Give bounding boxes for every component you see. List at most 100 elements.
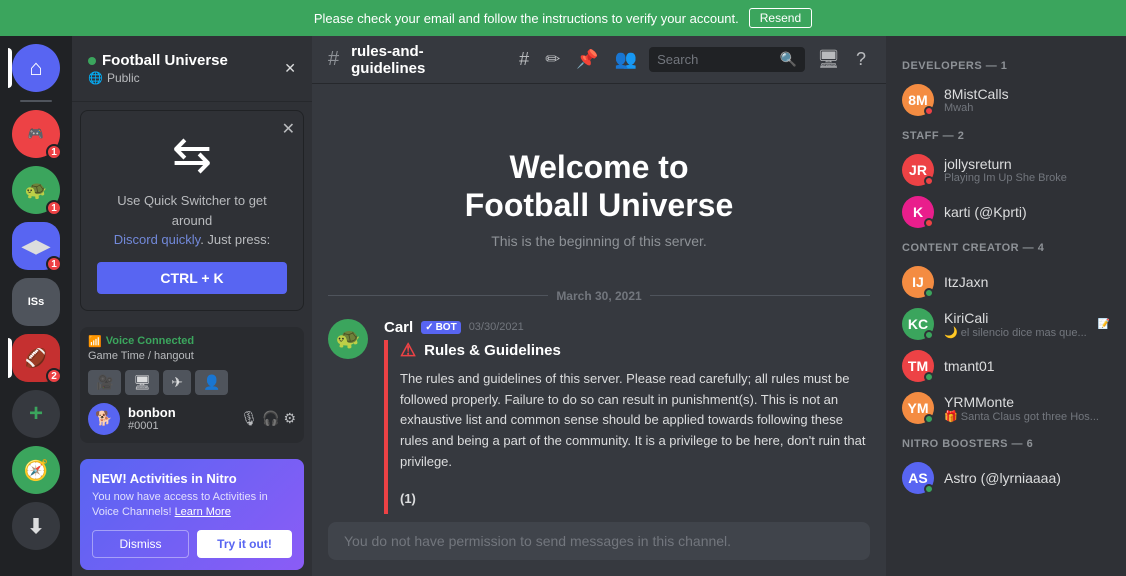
message-header-carl: Carl ✓ BOT 03/30/2021 (384, 319, 870, 336)
pin-button[interactable]: 📌 (572, 45, 602, 74)
nitro-popup-title: NEW! Activities in Nitro (92, 471, 292, 486)
settings-button[interactable]: ⚙ (283, 410, 296, 427)
server-header[interactable]: Football Universe 🌐 Public ✕ (72, 36, 312, 102)
notification-text: Please check your email and follow the i… (314, 11, 739, 26)
members-button[interactable]: 👥 (611, 45, 641, 74)
status-dot-8mistcalls (924, 106, 934, 116)
date-divider: March 30, 2021 (328, 289, 870, 303)
member-item-astro[interactable]: AS Astro (@lyrniaaaa) (894, 458, 1118, 498)
server-iss[interactable]: ISs (12, 278, 60, 326)
message-timestamp: 03/30/2021 (469, 321, 524, 333)
message-input-box: You do not have permission to send messa… (328, 522, 870, 560)
server-public-badge: 🌐 Public (88, 71, 228, 85)
resend-button[interactable]: Resend (749, 8, 812, 28)
message-input-area: You do not have permission to send messa… (312, 514, 886, 576)
member-info-tmant01: tmant01 (944, 358, 1110, 374)
try-it-out-button[interactable]: Try it out! (197, 530, 292, 558)
quick-switcher-shortcut[interactable]: CTRL + K (97, 262, 287, 294)
welcome-server-name: Football Universe (465, 187, 734, 223)
member-info-8mistcalls: 8MistCalls Mwah (944, 86, 1110, 114)
status-dot-tmant01 (924, 372, 934, 382)
headphone-button[interactable]: 🎧 (262, 410, 279, 427)
member-name-kiricali: KiriCali (944, 310, 1088, 326)
voice-control-3[interactable]: ✈ (163, 370, 191, 395)
signal-icon: 📶 (88, 335, 102, 348)
server-football-wrapper: 🏈 2 (12, 334, 60, 382)
voice-control-1[interactable]: 🎥 (88, 370, 121, 395)
voice-control-4[interactable]: 👤 (195, 370, 228, 395)
close-popup-button[interactable]: ✕ (282, 119, 295, 139)
status-dot-itzjaxn (924, 288, 934, 298)
member-item-jollysreturn[interactable]: JR jollysreturn Playing Im Up She Broke (894, 150, 1118, 190)
nitro-popup-buttons: Dismiss Try it out! (92, 530, 292, 558)
rule-1-number: (1) (400, 491, 416, 506)
quick-switcher-popup: ✕ ⇆ Use Quick Switcher to get aroundDisc… (80, 110, 304, 311)
header-icons: # ✏ 📌 👥 🔍 🖥 ? (515, 45, 870, 74)
welcome-subtitle: This is the beginning of this server. (328, 233, 870, 249)
member-sidebar: DEVELOPERS — 1 8M 8MistCalls Mwah STAFF … (886, 36, 1126, 576)
dismiss-button[interactable]: Dismiss (92, 530, 189, 558)
nitro-popup-text: You now have access to Activities in Voi… (92, 490, 292, 521)
server-3[interactable]: ◀▶ 1 (12, 222, 60, 270)
member-item-kiricali[interactable]: KC KiriCali 🌙 el silencio dice mas que..… (894, 304, 1118, 344)
member-name-8mistcalls: 8MistCalls (944, 86, 1110, 102)
member-info-kiricali: KiriCali 🌙 el silencio dice mas que... (944, 310, 1088, 339)
globe-icon: 🌐 (88, 71, 103, 85)
nitro-activities-popup: NEW! Activities in Nitro You now have ac… (80, 459, 304, 571)
mute-button[interactable]: 🎙 (240, 410, 258, 427)
member-avatar-astro: AS (902, 462, 934, 494)
rules-text-1: The rules and guidelines of this server.… (400, 369, 870, 473)
message-content-carl: Carl ✓ BOT 03/30/2021 ⚠ Rules & Guidelin… (384, 319, 870, 514)
member-item-8mistcalls[interactable]: 8M 8MistCalls Mwah (894, 80, 1118, 120)
voice-user-avatar: 🐕 (88, 403, 120, 435)
server-1-badge: 1 (46, 144, 62, 160)
voice-user: 🐕 bonbon #0001 🎙 🎧 ⚙ (88, 403, 296, 435)
member-status-kiricali: 🌙 el silencio dice mas que... (944, 326, 1088, 339)
member-item-yrmmonte[interactable]: YM YRMMonte 🎁 Santa Claus got three Hos.… (894, 388, 1118, 428)
voice-control-2[interactable]: 🖥 (125, 370, 159, 395)
server-discord-home[interactable]: ⌂ (12, 44, 60, 92)
channel-header: # rules-and-guidelines The rules and gui… (312, 36, 886, 84)
member-avatar-karti: K (902, 196, 934, 228)
message-carl: 🐢 Carl ✓ BOT 03/30/2021 ⚠ Rules & Guid (328, 319, 870, 514)
member-status-jollysreturn: Playing Im Up She Broke (944, 172, 1110, 184)
server-football[interactable]: 🏈 2 (12, 334, 60, 382)
help-button[interactable]: ? (852, 45, 870, 74)
server-1[interactable]: 🎮 1 (12, 110, 60, 158)
edit-button[interactable]: ✏ (541, 45, 564, 74)
member-category-staff: STAFF — 2 (894, 122, 1118, 146)
member-category-developers: DEVELOPERS — 1 (894, 52, 1118, 76)
message-avatar-carl: 🐢 (328, 319, 368, 359)
member-name-itzjaxn: ItzJaxn (944, 274, 1110, 290)
member-info-jollysreturn: jollysreturn Playing Im Up She Broke (944, 156, 1110, 184)
alert-icon: ⚠ (400, 340, 416, 361)
voice-status: 📶 Voice Connected (88, 335, 296, 348)
rules-title: ⚠ Rules & Guidelines (400, 340, 870, 361)
server-football-badge: 2 (46, 368, 62, 384)
search-input[interactable] (657, 52, 776, 67)
explore-servers-button[interactable]: 🧭 (12, 446, 60, 494)
add-server-button[interactable]: + (12, 390, 60, 438)
member-info-astro: Astro (@lyrniaaaa) (944, 470, 1110, 486)
rules-text-2: (1) No NSFW or obscene content. This inc… (400, 489, 870, 514)
date-divider-text: March 30, 2021 (556, 289, 641, 303)
nitro-learn-more-link[interactable]: Learn More (175, 506, 231, 518)
main-content: # rules-and-guidelines The rules and gui… (312, 36, 886, 576)
member-name-karti: karti (@Kprti) (944, 204, 1110, 220)
download-button[interactable]: ⬇ (12, 502, 60, 550)
inbox-button[interactable]: 🖥 (813, 45, 844, 74)
voice-user-info: bonbon #0001 (128, 405, 176, 432)
main-layout: ⌂ 🎮 1 🐢 1 ◀▶ 1 ISs 🏈 2 + 🧭 (0, 36, 1126, 576)
member-status-yrmmonte: 🎁 Santa Claus got three Hos... (944, 410, 1110, 423)
note-icon: 📝 (1098, 319, 1110, 330)
server-2[interactable]: 🐢 1 (12, 166, 60, 214)
member-item-itzjaxn[interactable]: IJ ItzJaxn (894, 262, 1118, 302)
member-avatar-jollysreturn: JR (902, 154, 934, 186)
threads-button[interactable]: # (515, 45, 533, 74)
search-box: 🔍 (649, 47, 805, 72)
status-dot-jollysreturn (924, 176, 934, 186)
member-item-karti[interactable]: K karti (@Kprti) (894, 192, 1118, 232)
member-item-tmant01[interactable]: TM tmant01 (894, 346, 1118, 386)
channel-name: rules-and-guidelines (351, 43, 491, 77)
server-list-divider (20, 100, 52, 102)
